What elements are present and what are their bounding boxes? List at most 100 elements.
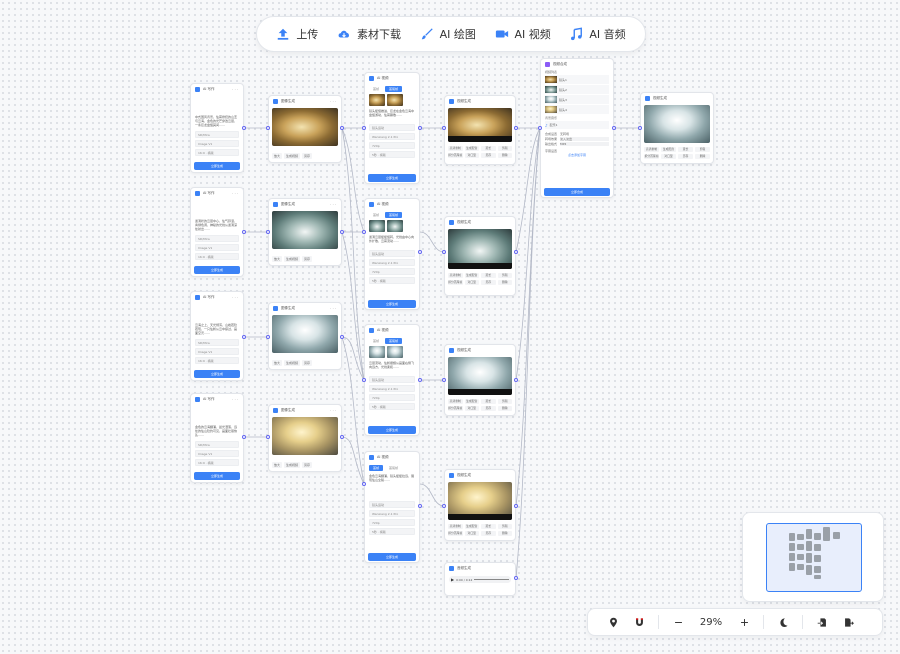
video-node[interactable]: 视频生成 高清重制 生成配音 延长 剪辑 拆分首尾帧 对口型 另存 删除 — [444, 344, 516, 416]
output-port[interactable] — [242, 230, 246, 234]
video-player[interactable] — [448, 357, 512, 395]
save-button[interactable]: 另存 — [481, 406, 496, 411]
hd-button[interactable]: 高清重制 — [448, 273, 463, 278]
image-node[interactable]: 图像生成 ··· 放大 生成视频 另存 — [268, 198, 342, 266]
model-field[interactable]: SD/Mira — [195, 339, 239, 346]
prompt-text[interactable]: 漩涡状的云层中心，仙气弥漫，青绿色调，神秘的光线从漩涡深处射出…… — [195, 219, 239, 232]
camera-field[interactable]: 镜头运动 — [369, 376, 415, 383]
lipsync-button[interactable]: 对口型 — [464, 406, 479, 411]
locate-button[interactable] — [600, 611, 626, 633]
output-port[interactable] — [514, 378, 518, 382]
input-port[interactable] — [538, 126, 542, 130]
delete-button[interactable]: 删除 — [497, 531, 512, 536]
hd-button[interactable]: 高清重制 — [448, 146, 463, 151]
save-button[interactable]: 另存 — [678, 154, 693, 159]
video-node[interactable]: 视频生成 高清重制 生成配音 延长 剪辑 拆分首尾帧 对口型 另存 删除 — [444, 216, 516, 296]
video-prompt-text[interactable]: 金色云海翻涌，镜头缓缓拉远，展现仙山全貌…… — [369, 474, 415, 498]
image-node[interactable]: 图像生成 ··· 放大 生成视频 另存 — [268, 404, 342, 472]
extend-button[interactable]: 延长 — [481, 399, 496, 404]
delete-button[interactable]: 删除 — [497, 280, 512, 285]
resolution-field[interactable]: 720p — [369, 394, 415, 401]
delete-button[interactable]: 删除 — [695, 154, 710, 159]
output-port[interactable] — [612, 126, 616, 130]
input-port[interactable] — [442, 504, 446, 508]
output-port[interactable] — [340, 435, 344, 439]
video-merge-node[interactable]: 视频合成 视频列表 镜头1 镜头2 镜头3 镜头4 背景音乐 ♪ 配乐1 合成设置… — [540, 58, 614, 198]
video-gen-node[interactable]: AI 视频 首帧 首尾帧 金色云海翻涌，镜头缓缓拉远，展现仙山全貌…… 镜头运动 … — [364, 451, 420, 563]
upscale-button[interactable]: 放大 — [272, 153, 283, 159]
save-button[interactable]: 另存 — [302, 462, 313, 468]
theme-toggle-button[interactable] — [770, 611, 796, 633]
output-port[interactable] — [340, 335, 344, 339]
generate-button[interactable]: 立即生成 — [368, 426, 416, 434]
node-menu-icon[interactable]: ··· — [232, 87, 239, 92]
output-port[interactable] — [340, 126, 344, 130]
import-button[interactable] — [809, 611, 835, 633]
gen-video-button[interactable]: 生成视频 — [284, 360, 301, 366]
model-field[interactable]: Wanxiang 2.1 Pro — [369, 385, 415, 392]
split-frames-button[interactable]: 拆分首尾帧 — [644, 154, 659, 159]
image-node[interactable]: 图像生成 ··· 放大 生成视频 另存 — [268, 302, 342, 370]
version-field[interactable]: Image V1 — [195, 450, 239, 457]
output-port[interactable] — [514, 504, 518, 508]
minimap[interactable] — [742, 512, 884, 602]
resolution-field[interactable]: 720p — [369, 519, 415, 526]
node-menu-icon[interactable]: ··· — [330, 306, 337, 311]
video-prompt-text[interactable]: 漩涡云层缓缓旋转，光线由中心向外扩散，云雾流动…… — [369, 235, 415, 247]
output-port[interactable] — [418, 378, 422, 382]
audio-clip-label[interactable]: 配乐1 — [550, 123, 558, 127]
prompt-text[interactable]: 金色的云海翻涌，晨光洒落，远处的仙山隐约可见，画面壮丽恢弘…… — [195, 425, 239, 438]
upscale-button[interactable]: 放大 — [272, 256, 283, 262]
save-button[interactable]: 另存 — [481, 153, 496, 158]
generate-button[interactable]: 立即生成 — [194, 472, 240, 480]
frame-thumb[interactable] — [369, 220, 385, 232]
extend-button[interactable]: 延长 — [481, 273, 496, 278]
lipsync-button[interactable]: 对口型 — [464, 280, 479, 285]
ai-audio-button[interactable]: AI 音频 — [569, 26, 626, 42]
prompt-text[interactable]: 中式国风背景，仙雾缭绕的山峦与云海，金色的光芒穿透云层，一条巨龙盘旋其间…… — [195, 115, 239, 128]
player-controls[interactable] — [448, 389, 512, 395]
audio-node[interactable]: 音频生成 ▶ 0:00 / 0:12 — [444, 562, 516, 596]
dub-button[interactable]: 生成配音 — [464, 524, 479, 529]
upscale-button[interactable]: 放大 — [272, 360, 283, 366]
audio-player[interactable]: ▶ 0:00 / 0:12 — [449, 576, 511, 583]
export-button[interactable] — [835, 611, 861, 633]
frame-thumb[interactable] — [387, 94, 403, 106]
prompt-text[interactable]: 云海之上，天光倾泻，山峰若隐若现，一只仙鹤从云中掠过，画面空灵…… — [195, 323, 239, 336]
output-port[interactable] — [242, 435, 246, 439]
upscale-button[interactable]: 放大 — [272, 462, 283, 468]
gen-video-button[interactable]: 生成视频 — [284, 256, 301, 262]
edit-button[interactable]: 剪辑 — [497, 146, 512, 151]
generate-button[interactable]: 立即生成 — [368, 174, 416, 182]
clip-label[interactable]: 镜头3 — [559, 98, 567, 102]
result-video-node[interactable]: 视频生成 高清重制 生成配音 延长 剪辑 拆分首尾帧 对口型 另存 删除 — [640, 92, 714, 164]
model-field[interactable]: Wanxiang 2.1 Pro — [369, 510, 415, 517]
zoom-in-button[interactable] — [731, 611, 757, 633]
gen-video-button[interactable]: 生成视频 — [284, 462, 301, 468]
material-download-button[interactable]: 素材下载 — [337, 26, 401, 42]
node-menu-icon[interactable]: ··· — [330, 202, 337, 207]
edit-button[interactable]: 剪辑 — [695, 147, 710, 152]
output-port[interactable] — [242, 126, 246, 130]
player-controls[interactable] — [448, 136, 512, 142]
output-port[interactable] — [418, 250, 422, 254]
node-menu-icon[interactable]: ··· — [330, 99, 337, 104]
duration-field[interactable]: 5秒 · 横版 — [369, 403, 415, 410]
extend-button[interactable]: 延长 — [481, 146, 496, 151]
input-port[interactable] — [266, 435, 270, 439]
node-menu-icon[interactable]: ··· — [232, 191, 239, 196]
edit-button[interactable]: 剪辑 — [497, 399, 512, 404]
setting-value[interactable]: MP4 — [560, 142, 609, 146]
edit-button[interactable]: 剪辑 — [497, 273, 512, 278]
upload-button[interactable]: 上传 — [276, 26, 318, 42]
camera-field[interactable]: 镜头运动 — [369, 250, 415, 257]
frame-thumb[interactable] — [387, 220, 403, 232]
clip-label[interactable]: 镜头4 — [559, 108, 567, 112]
video-gen-node[interactable]: AI 视频 首帧 首尾帧 漩涡云层缓缓旋转，光线由中心向外扩散，云雾流动…… 镜头… — [364, 198, 420, 310]
input-port[interactable] — [362, 378, 366, 382]
tab-first-frame[interactable]: 首帧 — [369, 338, 383, 344]
prompt-node[interactable]: AI 写作 ··· 中式国风背景，仙雾缭绕的山峦与云海，金色的光芒穿透云层，一条巨… — [190, 83, 244, 173]
play-icon[interactable]: ▶ — [451, 577, 454, 582]
ratio-field[interactable]: 16:9 · 横版 — [195, 253, 239, 260]
input-port[interactable] — [362, 482, 366, 486]
